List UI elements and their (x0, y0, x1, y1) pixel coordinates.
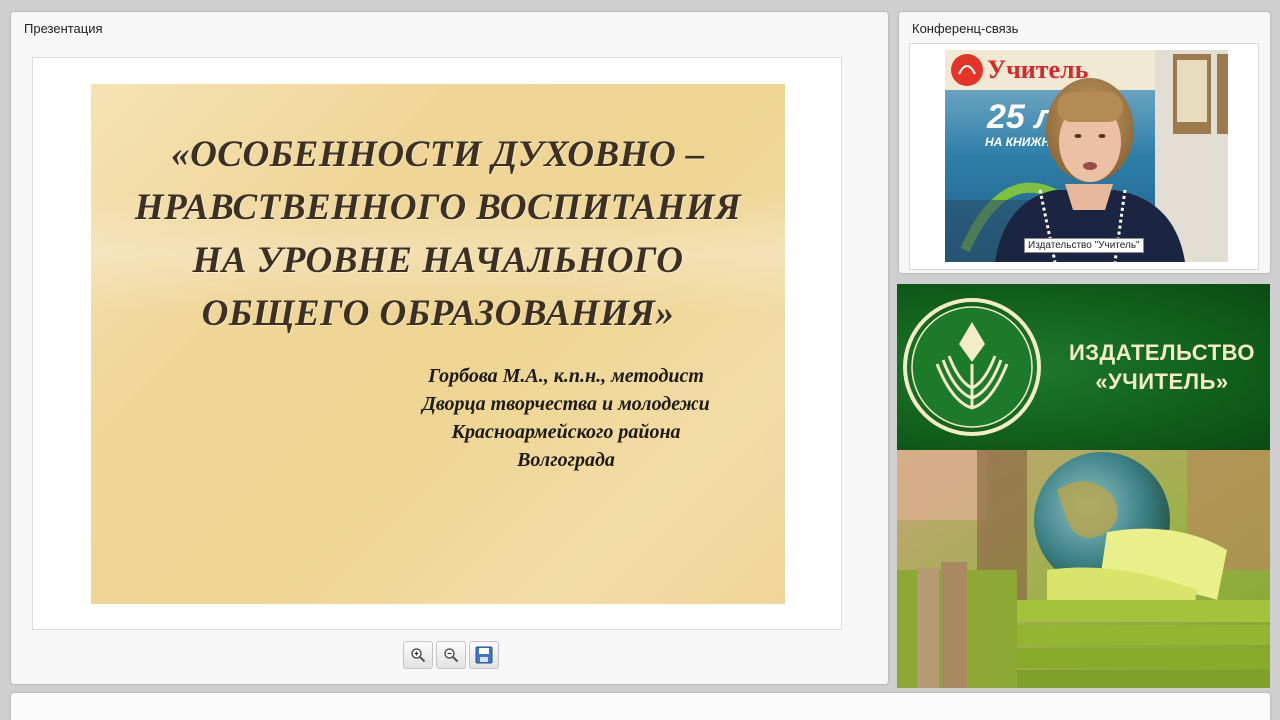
slide-author: Горбова М.А., к.п.н., методист Дворца тв… (381, 362, 751, 474)
conference-panel-title: Конференц-связь (912, 21, 1019, 36)
publisher-logo-icon (903, 298, 1041, 436)
slide-viewport[interactable]: «ОСОБЕННОСТИ ДУХОВНО – НРАВСТВЕННОГО ВОС… (32, 57, 842, 630)
bottom-panel (11, 693, 1270, 720)
conference-panel: Конференц-связь Учитель 25 л НА КНИЖН Из… (899, 12, 1270, 273)
slide-author-line: Красноармейского района (451, 421, 681, 443)
webcam-feed-graphic: Учитель 25 л НА КНИЖН (945, 50, 1228, 262)
poster-brand: Учитель (987, 55, 1089, 84)
slide-title-line: «ОСОБЕННОСТИ ДУХОВНО – (171, 134, 705, 175)
publisher-name: ИЗДАТЕЛЬСТВО «УЧИТЕЛЬ» (1049, 338, 1270, 396)
banner-header: ИЗДАТЕЛЬСТВО «УЧИТЕЛЬ» (897, 284, 1270, 450)
zoom-in-icon (411, 648, 426, 663)
slide-title: «ОСОБЕННОСТИ ДУХОВНО – НРАВСТВЕННОГО ВОС… (111, 128, 765, 340)
participant-name-label: Издательство "Учитель" (1024, 238, 1144, 253)
books-globe-illustration (897, 450, 1270, 688)
zoom-out-button[interactable] (436, 641, 466, 669)
publisher-name-line: «УЧИТЕЛЬ» (1095, 369, 1229, 394)
webcam-video[interactable]: Учитель 25 л НА КНИЖН Издательство "Учит… (945, 50, 1228, 262)
save-button[interactable] (469, 641, 499, 669)
poster-tagline: НА КНИЖН (985, 135, 1050, 149)
publisher-name-line: ИЗДАТЕЛЬСТВО (1068, 340, 1256, 365)
save-icon (475, 646, 493, 664)
slide-title-line: ОБЩЕГО ОБРАЗОВАНИЯ» (201, 293, 675, 334)
zoom-in-button[interactable] (403, 641, 433, 669)
slide-title-line: НРАВСТВЕННОГО ВОСПИТАНИЯ (134, 187, 742, 228)
zoom-out-icon (444, 648, 459, 663)
slide-author-line: Горбова М.А., к.п.н., методист (428, 365, 704, 387)
slide-author-line: Дворца творчества и молодежи (422, 393, 710, 415)
slide: «ОСОБЕННОСТИ ДУХОВНО – НРАВСТВЕННОГО ВОС… (91, 84, 785, 604)
publisher-banner: ИЗДАТЕЛЬСТВО «УЧИТЕЛЬ» (897, 284, 1270, 688)
presentation-panel-title: Презентация (24, 21, 103, 36)
slide-author-line: Волгограда (517, 449, 615, 471)
video-frame: Учитель 25 л НА КНИЖН Издательство "Учит… (909, 43, 1259, 270)
presentation-panel: Презентация «ОСОБЕННОСТИ ДУХОВНО – НРАВС… (11, 12, 888, 684)
banner-books-image (897, 450, 1270, 688)
poster-anniversary: 25 л (986, 98, 1055, 136)
slide-title-line: НА УРОВНЕ НАЧАЛЬНОГО (192, 240, 684, 281)
slide-toolbar (403, 641, 499, 671)
